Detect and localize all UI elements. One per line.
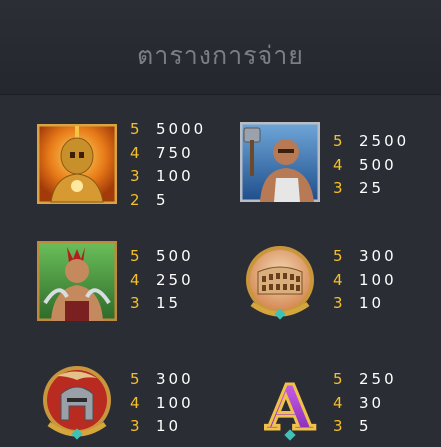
pay-row: 3 100 <box>130 164 206 188</box>
paytable-letter-a: 5 250 4 30 35 <box>333 367 397 438</box>
match-count: 5 <box>130 370 140 388</box>
match-count: 4 <box>130 270 140 289</box>
payout-value: 300 <box>359 247 397 265</box>
pay-row: 25 <box>130 188 206 212</box>
match-count: 5 <box>333 247 343 265</box>
payout-value: 100 <box>156 167 194 185</box>
payout-value: 10 <box>156 417 182 435</box>
pay-row: 35 <box>333 414 397 438</box>
match-count: 5 <box>130 247 140 265</box>
match-count: 3 <box>130 417 140 435</box>
pay-row: 3 15 <box>130 291 194 315</box>
payout-value: 500 <box>359 155 397 174</box>
pay-row: 5 300 <box>333 244 397 268</box>
match-count: 3 <box>333 179 343 197</box>
payout-value: 2500 <box>359 132 410 150</box>
helmet-icon <box>37 362 117 442</box>
pay-row: 5 300 <box>130 367 194 391</box>
paytable-hammer-gladiator: 5 2500 4 500 3 25 <box>333 129 409 200</box>
hammer-gladiator-icon <box>240 122 320 202</box>
match-count: 2 <box>130 190 140 209</box>
match-count: 4 <box>333 155 343 174</box>
payout-value: 5 <box>156 190 169 209</box>
match-count: 3 <box>333 417 343 435</box>
pay-row: 5 250 <box>333 367 397 391</box>
pay-row: 3 10 <box>130 414 194 438</box>
payout-value: 10 <box>359 294 385 312</box>
match-count: 5 <box>333 370 343 388</box>
match-count: 4 <box>130 143 140 162</box>
paytable-mohawk-gladiator: 5 500 4 250 3 15 <box>130 244 194 315</box>
payout-value: 5000 <box>156 120 207 138</box>
paytable-golden-warrior: 5 5000 4 750 3 100 25 <box>130 117 206 211</box>
pay-row: 5 5000 <box>130 117 206 141</box>
payout-value: 250 <box>359 370 397 388</box>
match-count: 4 <box>333 393 343 412</box>
payout-value: 500 <box>156 247 194 265</box>
paytable-helmet: 5 300 4 100 3 10 <box>130 367 194 438</box>
pay-row: 4 500 <box>333 153 409 177</box>
header: ตารางการจ่าย <box>0 0 441 95</box>
match-count: 3 <box>333 294 343 312</box>
pay-row: 4 750 <box>130 141 206 165</box>
colosseum-icon <box>240 242 320 322</box>
page-title: ตารางการจ่าย <box>137 41 304 70</box>
payout-value: 300 <box>156 370 194 388</box>
payout-value: 30 <box>359 393 385 412</box>
pay-row: 3 25 <box>333 176 409 200</box>
mohawk-gladiator-icon <box>37 241 117 321</box>
match-count: 4 <box>130 393 140 412</box>
pay-row: 4 30 <box>333 391 397 415</box>
match-count: 5 <box>333 132 343 150</box>
match-count: 4 <box>333 270 343 289</box>
match-count: 3 <box>130 167 140 185</box>
payout-value: 100 <box>156 393 194 412</box>
pay-row: 4 250 <box>130 268 194 292</box>
paytable-colosseum: 5 300 4 100 3 10 <box>333 244 397 315</box>
golden-warrior-icon <box>37 124 117 204</box>
payout-value: 100 <box>359 270 397 289</box>
payout-value: 25 <box>359 179 385 197</box>
pay-row: 4 100 <box>333 268 397 292</box>
payout-value: 750 <box>156 143 194 162</box>
match-count: 5 <box>130 120 140 138</box>
match-count: 3 <box>130 294 140 312</box>
payout-value: 15 <box>156 294 182 312</box>
pay-row: 5 500 <box>130 244 194 268</box>
pay-row: 4 100 <box>130 391 194 415</box>
pay-row: 5 2500 <box>333 129 409 153</box>
payout-value: 250 <box>156 270 194 289</box>
letter-a-icon: A <box>250 365 330 446</box>
pay-row: 3 10 <box>333 291 397 315</box>
payout-value: 5 <box>359 417 372 435</box>
